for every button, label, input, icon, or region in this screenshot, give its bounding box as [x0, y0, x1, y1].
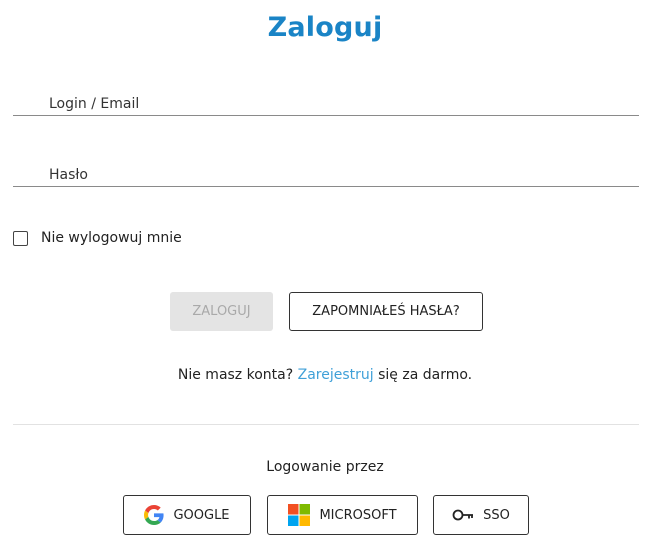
microsoft-logo-icon — [288, 504, 311, 526]
remember-me-label: Nie wylogowuj mnie — [41, 230, 182, 246]
register-link[interactable]: Zarejestruj — [298, 367, 374, 383]
login-button[interactable]: ZALOGUJ — [170, 292, 273, 331]
microsoft-login-button[interactable]: MICROSOFT — [267, 495, 418, 535]
social-login-heading: Logowanie przez — [266, 459, 384, 475]
key-icon — [452, 508, 474, 522]
remember-me[interactable]: Nie wylogowuj mnie — [13, 230, 182, 246]
register-suffix: się za darmo. — [378, 367, 473, 383]
page-title: Zaloguj — [267, 12, 383, 43]
login-email-input[interactable] — [49, 96, 609, 112]
password-input[interactable] — [49, 167, 609, 183]
sso-login-button[interactable]: SSO — [433, 495, 529, 535]
microsoft-login-label: MICROSOFT — [319, 507, 397, 523]
password-field — [13, 157, 639, 187]
sso-login-label: SSO — [483, 507, 510, 523]
login-field — [13, 86, 639, 116]
remember-me-checkbox[interactable] — [13, 230, 28, 246]
google-login-button[interactable]: GOOGLE — [123, 495, 251, 535]
divider — [13, 424, 639, 425]
google-logo-icon — [144, 505, 165, 525]
google-login-label: GOOGLE — [173, 507, 230, 523]
register-prompt: Nie masz konta? Zarejestruj się za darmo… — [0, 367, 650, 383]
forgot-password-button[interactable]: ZAPOMNIAŁEŚ HASŁA? — [289, 292, 483, 331]
register-prefix: Nie masz konta? — [177, 367, 294, 383]
